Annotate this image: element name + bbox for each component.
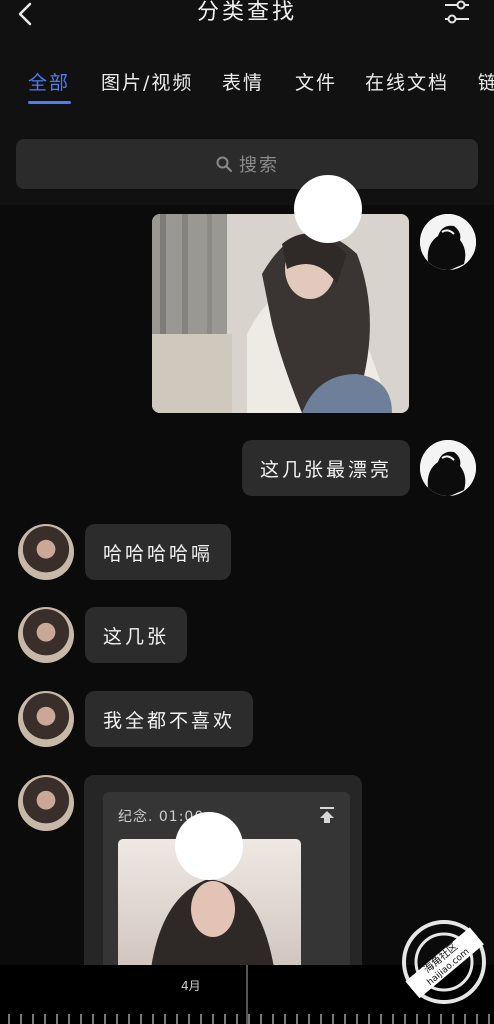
timeline-tick: [20, 1014, 22, 1024]
timeline-tick: [284, 1014, 286, 1024]
timeline-tick: [236, 1014, 238, 1024]
timeline-tick: [416, 1014, 418, 1024]
timeline-tick: [152, 1014, 154, 1024]
timeline-tick: [296, 1014, 298, 1024]
active-tab-indicator: [28, 101, 71, 104]
tab-files[interactable]: 文件: [295, 68, 337, 95]
timeline-tick: [8, 1014, 10, 1024]
tab-links[interactable]: 链: [478, 68, 494, 95]
timeline-tick: [140, 1014, 142, 1024]
timeline-tick: [92, 1014, 94, 1024]
contact-avatar[interactable]: [18, 691, 74, 747]
site-watermark-logo: 海角社区 haijiao.com: [398, 916, 490, 1008]
timeline-tick: [200, 1014, 202, 1024]
timeline-tick: [464, 1014, 466, 1024]
image-message[interactable]: [152, 214, 409, 413]
top-bar: 分类查找: [0, 0, 494, 48]
photo-girl-image: [152, 214, 409, 413]
timeline-tick: [44, 1014, 46, 1024]
timeline-tick: [32, 1014, 34, 1024]
timeline-tick: [428, 1014, 430, 1024]
my-avatar[interactable]: [420, 440, 476, 496]
search-placeholder: 搜索: [239, 155, 279, 176]
timeline-tick: [380, 1014, 382, 1024]
timeline-tick: [248, 1014, 250, 1024]
search-icon: [216, 156, 232, 172]
pin-top-icon[interactable]: [318, 806, 336, 824]
sliders-icon[interactable]: [442, 0, 472, 28]
timeline-tick: [356, 1014, 358, 1024]
timeline-month-label: 4月: [181, 979, 201, 993]
timeline-tick: [476, 1014, 478, 1024]
timeline-tick: [392, 1014, 394, 1024]
timeline-tick: [260, 1014, 262, 1024]
message-bubble-received[interactable]: 我全都不喜欢: [85, 691, 254, 747]
message-bubble-sent[interactable]: 这几张最漂亮: [242, 440, 411, 496]
timeline-tick: [188, 1014, 190, 1024]
tab-images-videos[interactable]: 图片/视频: [101, 68, 193, 95]
avatar-silhouette-icon: [420, 214, 476, 270]
timeline-tick: [404, 1014, 406, 1024]
my-avatar[interactable]: [420, 214, 476, 270]
timeline-tick: [224, 1014, 226, 1024]
timeline-tick: [128, 1014, 130, 1024]
tab-all[interactable]: 全部: [28, 68, 70, 95]
chat-history: 这几张最漂亮 哈哈哈哈嗝 这几张 我全都不喜欢 纪念. 01:00: [0, 175, 494, 975]
timeline-tick: [56, 1014, 58, 1024]
page-title: 分类查找: [196, 0, 297, 25]
category-tabs: 全部 图片/视频 表情 文件 在线文档 链: [0, 68, 494, 108]
search-input[interactable]: 搜索: [16, 139, 478, 189]
contact-avatar[interactable]: [18, 607, 74, 663]
timeline-tick: [368, 1014, 370, 1024]
timeline-tick: [452, 1014, 454, 1024]
timeline-tick: [332, 1014, 334, 1024]
timeline-tick: [80, 1014, 82, 1024]
timeline-tick: [488, 1014, 490, 1024]
timeline-tick: [212, 1014, 214, 1024]
timeline-tick: [320, 1014, 322, 1024]
contact-avatar[interactable]: [18, 524, 74, 580]
timeline-tick: [116, 1014, 118, 1024]
avatar-silhouette-icon: [420, 440, 476, 496]
message-text: 这几张: [103, 625, 170, 648]
timeline-tick: [164, 1014, 166, 1024]
message-bubble-received[interactable]: 这几张: [85, 607, 188, 663]
contact-avatar[interactable]: [18, 775, 74, 831]
message-text: 这几张最漂亮: [260, 458, 393, 481]
timeline-tick: [272, 1014, 274, 1024]
timeline-tick: [440, 1014, 442, 1024]
message-text: 我全都不喜欢: [103, 709, 236, 732]
message-text: 哈哈哈哈嗝: [103, 542, 214, 565]
message-bubble-received[interactable]: 哈哈哈哈嗝: [85, 524, 232, 580]
timeline-tick: [308, 1014, 310, 1024]
timeline-tick: [68, 1014, 70, 1024]
timeline-tick: [104, 1014, 106, 1024]
redaction-circle: [175, 812, 243, 880]
timeline-tick: [176, 1014, 178, 1024]
redaction-circle: [294, 175, 362, 243]
timeline-tick: [344, 1014, 346, 1024]
tab-stickers[interactable]: 表情: [222, 68, 264, 95]
tab-online-docs[interactable]: 在线文档: [365, 68, 449, 95]
